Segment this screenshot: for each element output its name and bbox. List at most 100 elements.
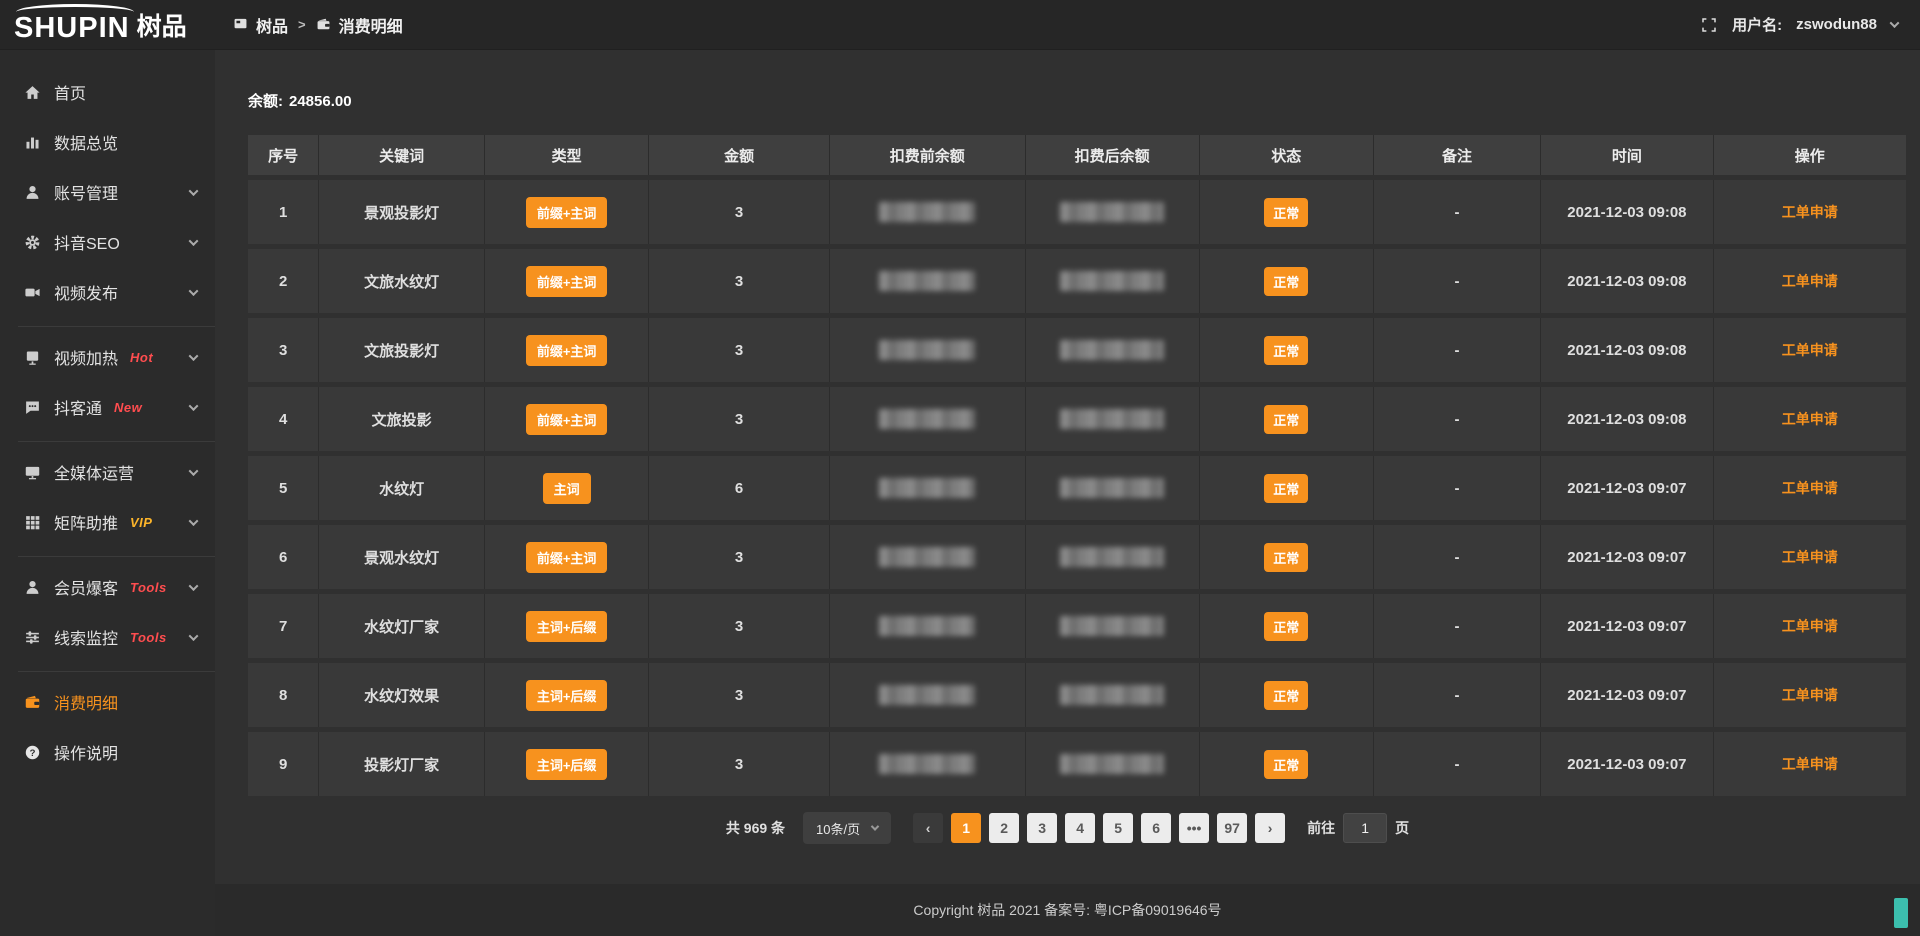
goto-page: 前往页 bbox=[1307, 813, 1409, 843]
sidebar-item-gear[interactable]: 抖音SEO bbox=[0, 217, 215, 267]
row-amount: 3 bbox=[649, 525, 830, 589]
row-amount: 3 bbox=[649, 732, 830, 796]
status-badge: 正常 bbox=[1264, 543, 1308, 572]
sidebar-item-grid[interactable]: 矩阵助推VIP bbox=[18, 497, 215, 547]
row-amount: 3 bbox=[649, 180, 830, 244]
username-value[interactable]: zswodun88 bbox=[1796, 16, 1877, 33]
column-header: 扣费前余额 bbox=[830, 135, 1026, 175]
sidebar-group: 全媒体运营矩阵助推VIP bbox=[18, 441, 215, 556]
video-camera-icon bbox=[24, 284, 41, 301]
row-keyword: 文旅水纹灯 bbox=[319, 249, 485, 313]
row-balance-before bbox=[830, 456, 1026, 520]
gear-icon bbox=[24, 234, 41, 251]
sidebar-item-video-camera[interactable]: 视频发布 bbox=[0, 267, 215, 317]
ticket-apply-link[interactable]: 工单申请 bbox=[1782, 409, 1838, 429]
sidebar-item-user[interactable]: 账号管理 bbox=[0, 167, 215, 217]
row-balance-after bbox=[1026, 456, 1200, 520]
fullscreen-icon[interactable] bbox=[1700, 16, 1718, 34]
sidebar-item-bar-chart[interactable]: 数据总览 bbox=[0, 117, 215, 167]
blurred-balance-after bbox=[1060, 409, 1164, 429]
sidebar-item-question-circle[interactable]: ? 操作说明 bbox=[18, 727, 215, 777]
blurred-balance-after bbox=[1060, 616, 1164, 636]
page-ellipsis-button[interactable]: ••• bbox=[1179, 813, 1209, 843]
page-size-select[interactable]: 10条/页 bbox=[803, 812, 891, 844]
page-button-1[interactable]: 1 bbox=[951, 813, 981, 843]
page-button-4[interactable]: 4 bbox=[1065, 813, 1095, 843]
page-button-3[interactable]: 3 bbox=[1027, 813, 1057, 843]
sidebar-item-user[interactable]: 会员爆客Tools bbox=[18, 562, 215, 612]
page-button-97[interactable]: 97 bbox=[1217, 813, 1247, 843]
row-balance-before bbox=[830, 663, 1026, 727]
sidebar-item-display[interactable]: 视频加热Hot bbox=[18, 332, 215, 382]
type-badge: 前缀+主词 bbox=[526, 197, 608, 228]
row-balance-before bbox=[830, 525, 1026, 589]
row-balance-before bbox=[830, 249, 1026, 313]
row-time: 2021-12-03 09:07 bbox=[1541, 594, 1713, 658]
ticket-apply-link[interactable]: 工单申请 bbox=[1782, 754, 1838, 774]
goto-page-input[interactable] bbox=[1343, 813, 1387, 843]
column-header: 类型 bbox=[485, 135, 649, 175]
row-balance-before bbox=[830, 318, 1026, 382]
type-badge: 前缀+主词 bbox=[526, 404, 608, 435]
page-button-2[interactable]: 2 bbox=[989, 813, 1019, 843]
row-note: - bbox=[1374, 249, 1541, 313]
row-action: 工单申请 bbox=[1714, 180, 1906, 244]
page-size-value: 10条/页 bbox=[816, 819, 860, 838]
blurred-balance-after bbox=[1060, 271, 1164, 291]
row-type: 前缀+主词 bbox=[485, 387, 649, 451]
next-page-button[interactable]: › bbox=[1255, 813, 1285, 843]
question-circle-icon: ? bbox=[24, 744, 41, 761]
ticket-apply-link[interactable]: 工单申请 bbox=[1782, 202, 1838, 222]
row-note: - bbox=[1374, 318, 1541, 382]
bar-chart-icon bbox=[24, 134, 41, 151]
row-action: 工单申请 bbox=[1714, 594, 1906, 658]
row-index: 9 bbox=[248, 732, 319, 796]
ticket-apply-link[interactable]: 工单申请 bbox=[1782, 685, 1838, 705]
footer-copyright: Copyright 树品 2021 备案号: 粤ICP备09019646号 bbox=[913, 900, 1221, 920]
page-button-5[interactable]: 5 bbox=[1103, 813, 1133, 843]
row-amount: 3 bbox=[649, 594, 830, 658]
wallet-icon bbox=[316, 17, 331, 32]
row-action: 工单申请 bbox=[1714, 663, 1906, 727]
sidebar-item-sliders[interactable]: 线索监控Tools bbox=[18, 612, 215, 662]
logo-arc-icon bbox=[16, 4, 134, 20]
ticket-apply-link[interactable]: 工单申请 bbox=[1782, 478, 1838, 498]
sidebar-group: 首页数据总览账号管理抖音SEO 视频发布 bbox=[0, 62, 215, 326]
ticket-apply-link[interactable]: 工单申请 bbox=[1782, 547, 1838, 567]
table-row: 7水纹灯厂家主词+后缀3正常-2021-12-03 09:07工单申请 bbox=[248, 594, 1906, 658]
sidebar-item-label: 数据总览 bbox=[54, 130, 118, 154]
sidebar-item-tag: VIP bbox=[130, 515, 152, 530]
sidebar-item-wallet[interactable]: 消费明细 bbox=[18, 677, 215, 727]
chevron-down-icon[interactable] bbox=[1890, 18, 1900, 28]
table-row: 2文旅水纹灯前缀+主词3正常-2021-12-03 09:08工单申请 bbox=[248, 249, 1906, 313]
row-time: 2021-12-03 09:07 bbox=[1541, 732, 1713, 796]
prev-page-button[interactable]: ‹ bbox=[913, 813, 943, 843]
row-index: 5 bbox=[248, 456, 319, 520]
sidebar-item-label: 账号管理 bbox=[54, 180, 118, 204]
row-status: 正常 bbox=[1200, 456, 1374, 520]
row-time: 2021-12-03 09:08 bbox=[1541, 387, 1713, 451]
row-index: 3 bbox=[248, 318, 319, 382]
sidebar-item-home[interactable]: 首页 bbox=[0, 67, 215, 117]
ticket-apply-link[interactable]: 工单申请 bbox=[1782, 271, 1838, 291]
floating-widget[interactable] bbox=[1894, 898, 1908, 928]
sidebar-item-label: 抖音SEO bbox=[54, 230, 120, 254]
row-keyword: 景观水纹灯 bbox=[319, 525, 485, 589]
column-header: 序号 bbox=[248, 135, 319, 175]
ticket-apply-link[interactable]: 工单申请 bbox=[1782, 616, 1838, 636]
page-button-6[interactable]: 6 bbox=[1141, 813, 1171, 843]
blurred-balance-before bbox=[879, 202, 975, 222]
row-balance-after bbox=[1026, 663, 1200, 727]
sidebar-item-monitor[interactable]: 全媒体运营 bbox=[18, 447, 215, 497]
ticket-apply-link[interactable]: 工单申请 bbox=[1782, 340, 1838, 360]
breadcrumb-item-home[interactable]: 树品 bbox=[256, 13, 288, 37]
blurred-balance-after bbox=[1060, 340, 1164, 360]
sidebar-item-chat-bubble[interactable]: 抖客通New bbox=[18, 382, 215, 432]
row-balance-before bbox=[830, 732, 1026, 796]
sliders-icon bbox=[24, 629, 41, 646]
app-logo[interactable]: SHUPIN 树品 bbox=[0, 0, 215, 50]
row-balance-after bbox=[1026, 318, 1200, 382]
breadcrumb: 树品 > 消费明细 bbox=[233, 13, 403, 37]
sidebar-item-label: 操作说明 bbox=[54, 740, 118, 764]
type-badge: 前缀+主词 bbox=[526, 335, 608, 366]
